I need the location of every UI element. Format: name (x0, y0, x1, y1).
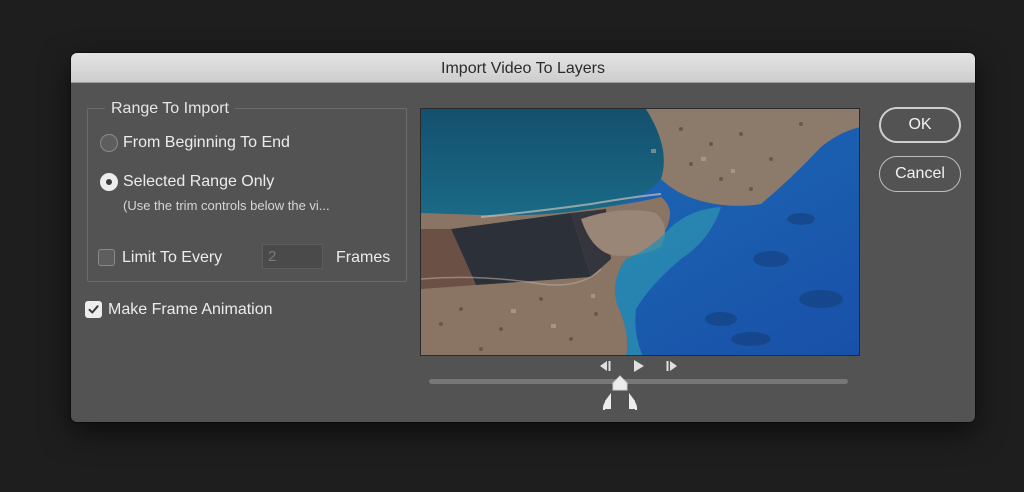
make-frame-animation-label[interactable]: Make Frame Animation (108, 301, 273, 319)
import-video-dialog: Import Video To Layers Range To Import F… (71, 53, 975, 422)
play-icon[interactable] (632, 358, 646, 374)
frames-interval-input[interactable]: 2 (262, 244, 323, 269)
timeline-scrubber[interactable] (429, 379, 848, 384)
selected-range-label[interactable]: Selected Range Only (123, 173, 274, 191)
range-to-import-legend: Range To Import (105, 100, 235, 118)
frames-label: Frames (336, 249, 391, 266)
step-forward-icon[interactable] (664, 359, 680, 373)
aerial-coastline-image (421, 109, 859, 355)
limit-to-every-label[interactable]: Limit To Every (122, 249, 222, 267)
from-beginning-label[interactable]: From Beginning To End (123, 134, 290, 152)
ok-button[interactable]: OK (879, 107, 961, 143)
selected-range-radio[interactable] (100, 173, 118, 191)
trim-handles[interactable] (602, 389, 638, 411)
checkmark-icon (88, 305, 99, 314)
make-frame-animation-checkbox[interactable] (85, 301, 102, 318)
limit-to-every-checkbox[interactable] (98, 249, 115, 266)
from-beginning-radio[interactable] (100, 134, 118, 152)
dialog-title: Import Video To Layers (71, 53, 975, 83)
cancel-button[interactable]: Cancel (879, 156, 961, 192)
video-preview (420, 108, 860, 356)
step-back-icon[interactable] (597, 359, 613, 373)
trim-hint-text: (Use the trim controls below the vi... (123, 198, 330, 213)
